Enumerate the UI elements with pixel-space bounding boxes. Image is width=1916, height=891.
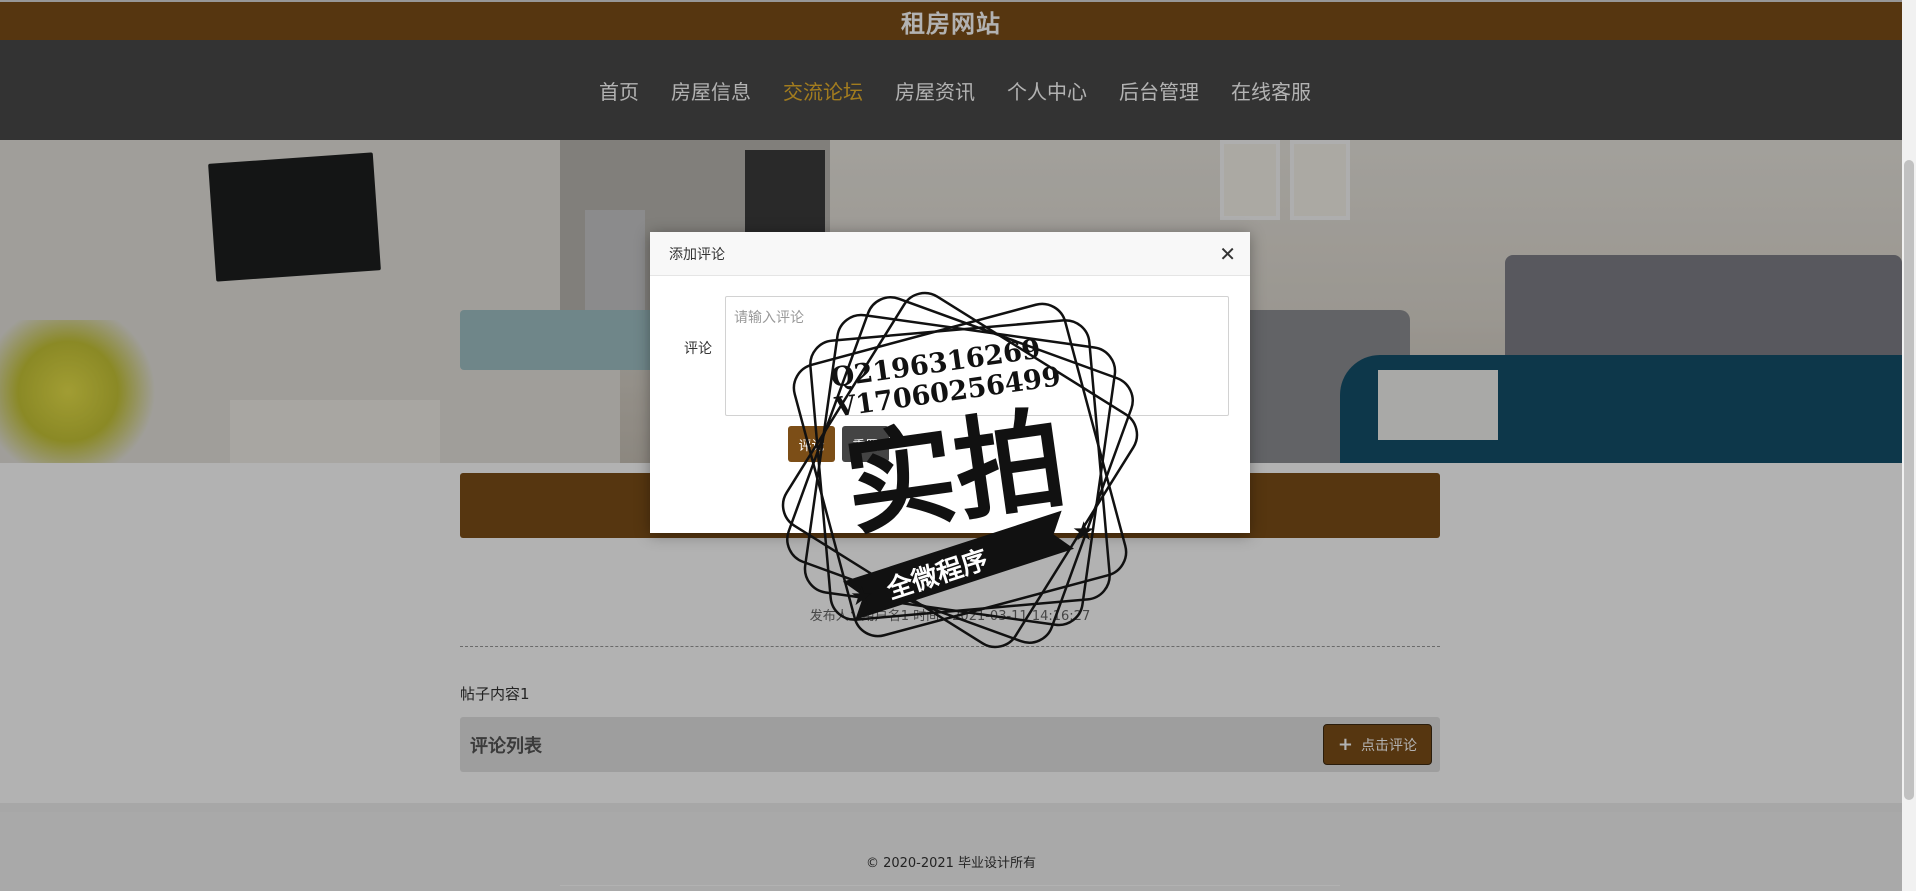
reset-button[interactable]: 重置 <box>842 426 889 462</box>
comment-textarea[interactable] <box>725 296 1229 416</box>
submit-comment-button[interactable]: 评论 <box>788 426 835 462</box>
close-icon[interactable]: ✕ <box>1219 244 1236 264</box>
comment-field-label: 评论 <box>684 341 712 357</box>
dialog-title: 添加评论 <box>669 246 725 263</box>
dialog-body: 评论 评论 重置 <box>650 276 1250 532</box>
dialog-header: 添加评论 ✕ <box>650 232 1250 276</box>
scrollbar[interactable] <box>1902 0 1916 891</box>
add-comment-dialog: 添加评论 ✕ 评论 评论 重置 <box>650 232 1250 533</box>
scrollbar-thumb[interactable] <box>1904 160 1914 800</box>
